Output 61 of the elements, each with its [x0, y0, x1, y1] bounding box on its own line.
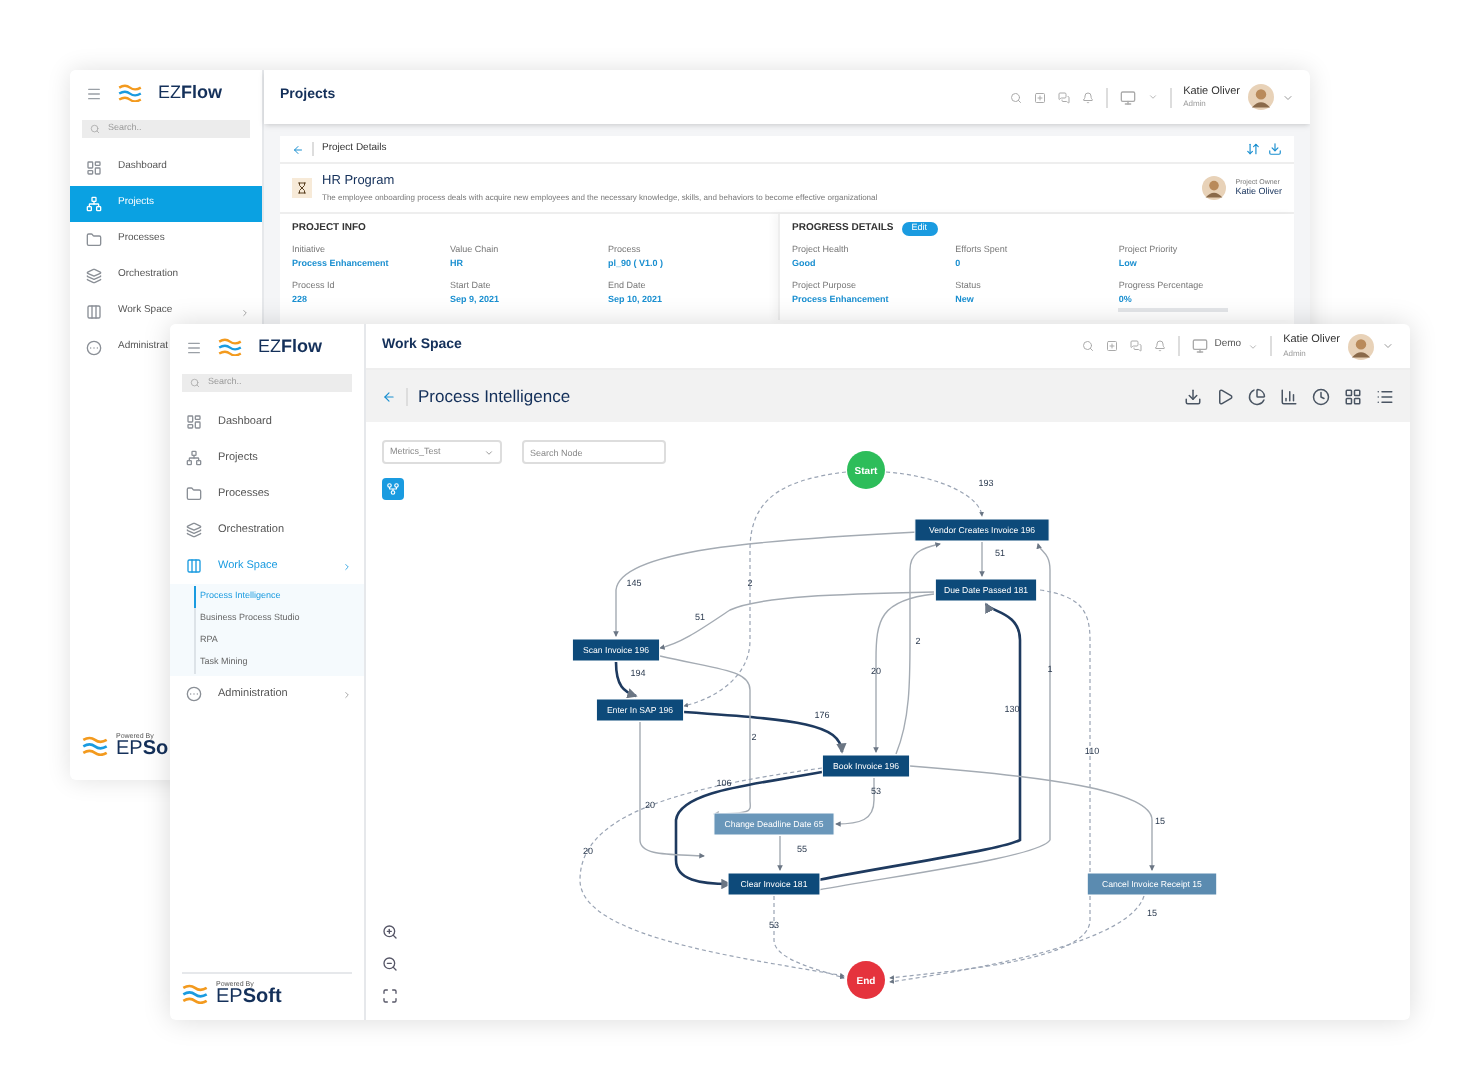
- branch-icon: [386, 482, 400, 496]
- logo-icon: [218, 337, 242, 357]
- dashboard-icon: [86, 160, 102, 176]
- search-icon[interactable]: [1009, 91, 1022, 103]
- chevron-icon: [484, 447, 494, 457]
- logo-icon: [182, 984, 208, 1005]
- avatar: [1201, 175, 1226, 200]
- folder-icon: [86, 232, 102, 248]
- list-icon[interactable]: [1376, 387, 1394, 405]
- sort-icon[interactable]: [1246, 142, 1260, 156]
- chevron-icon[interactable]: [1147, 92, 1158, 102]
- layers-icon: [186, 522, 202, 538]
- app-logo-text: EZFlow: [258, 333, 323, 360]
- monitor-icon[interactable]: [1119, 89, 1136, 105]
- bar-chart-icon[interactable]: [1280, 387, 1298, 405]
- logo-icon: [118, 83, 142, 103]
- brand-logo-text: EPSoft: [216, 988, 282, 1008]
- more-icon: [186, 686, 202, 702]
- more-icon: [86, 340, 102, 356]
- download-icon[interactable]: [1184, 387, 1202, 405]
- avatar: [1348, 333, 1374, 359]
- plus-icon[interactable]: [1033, 91, 1046, 103]
- layers-icon: [86, 268, 102, 284]
- chevron-icon: [1247, 341, 1258, 351]
- dashboard-icon: [186, 414, 202, 430]
- pie-chart-icon[interactable]: [1248, 387, 1266, 405]
- hourglass-icon: [296, 181, 308, 194]
- chat-icon[interactable]: [1130, 340, 1143, 352]
- bell-icon[interactable]: [1081, 91, 1094, 103]
- view-title: Process Intelligence: [418, 383, 573, 409]
- columns-icon: [86, 304, 102, 320]
- grid-icon[interactable]: [1344, 387, 1362, 405]
- hierarchy-icon: [86, 196, 102, 212]
- clock-icon[interactable]: [1312, 387, 1330, 405]
- bell-icon[interactable]: [1154, 340, 1167, 352]
- columns-icon: [186, 558, 202, 574]
- app-logo-text: EZFlow: [158, 79, 223, 106]
- plus-icon[interactable]: [1106, 340, 1119, 352]
- menu-icon[interactable]: [186, 339, 202, 355]
- graph-layout-button[interactable]: [382, 478, 404, 500]
- chevron-icon: [342, 561, 352, 571]
- chevron-icon[interactable]: [1282, 91, 1294, 103]
- back-arrow-icon[interactable]: [292, 143, 304, 155]
- search-icon[interactable]: [1082, 340, 1095, 352]
- menu-icon[interactable]: [86, 85, 102, 101]
- zoom-out-icon[interactable]: [382, 956, 398, 972]
- search-icon: [90, 124, 100, 134]
- fullscreen-icon[interactable]: [382, 988, 398, 1004]
- play-icon[interactable]: [1216, 387, 1234, 405]
- hierarchy-icon: [186, 450, 202, 466]
- avatar: [1248, 84, 1274, 110]
- brand-logo-text: EPSo: [116, 740, 169, 760]
- chevron-icon[interactable]: [1382, 340, 1394, 352]
- folder-icon: [186, 486, 202, 502]
- back-arrow-icon[interactable]: [382, 389, 396, 403]
- logo-icon: [82, 736, 108, 757]
- download-icon[interactable]: [1268, 142, 1282, 156]
- search-icon: [190, 378, 200, 388]
- zoom-in-icon[interactable]: [382, 924, 398, 940]
- monitor-icon: [1192, 338, 1209, 354]
- chat-icon[interactable]: [1057, 91, 1070, 103]
